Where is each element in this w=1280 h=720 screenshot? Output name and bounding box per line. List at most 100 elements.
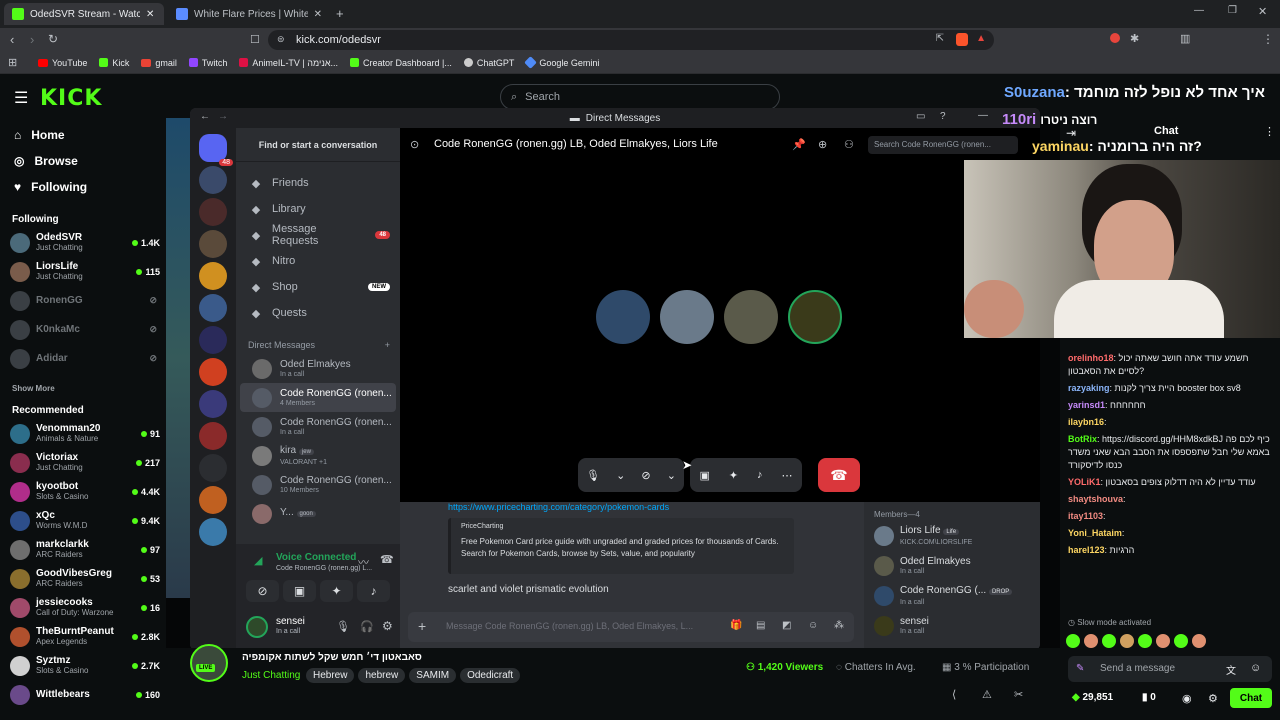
- back-arrow-icon[interactable]: ‹: [10, 32, 14, 47]
- emote-icon[interactable]: [1066, 634, 1080, 648]
- chat-username[interactable]: BotRix: [1068, 434, 1097, 444]
- bookmark-twitch[interactable]: Twitch: [188, 58, 227, 68]
- hang-up-button[interactable]: ☎: [818, 458, 860, 492]
- chevron-down-icon[interactable]: ⌄: [616, 469, 625, 482]
- chevron-down-icon[interactable]: ⌄: [667, 469, 676, 482]
- find-conversation-input[interactable]: Find or start a conversation: [259, 140, 378, 150]
- recommended-channel[interactable]: TheBurntPeanut Apex Legends 2.8K: [0, 622, 166, 651]
- bookmark-icon[interactable]: ☐: [250, 33, 260, 46]
- tab-white-flare[interactable]: White Flare Prices | White Flare List ✕: [168, 3, 330, 25]
- camera-off-button[interactable]: ⊘: [246, 580, 279, 602]
- message-input[interactable]: + Message Code RonenGG (ronen.gg) LB, Od…: [408, 612, 854, 642]
- emoji-icon[interactable]: ☺: [808, 620, 818, 631]
- bookmark-chatgpt[interactable]: ChatGPT: [463, 58, 514, 68]
- server-icon[interactable]: [199, 454, 227, 482]
- emote-icon[interactable]: [1138, 634, 1152, 648]
- new-tab-plus-icon[interactable]: +: [336, 6, 344, 21]
- server-icon[interactable]: [199, 422, 227, 450]
- dm-item[interactable]: Y... goon: [240, 499, 396, 528]
- add-friends-icon[interactable]: ⊕: [818, 138, 827, 151]
- dm-nav-friends[interactable]: ◆ Friends: [236, 170, 400, 196]
- recommended-channel[interactable]: kyootbot Slots & Casino 4.4K: [0, 477, 166, 506]
- emote-icon[interactable]: [1192, 634, 1206, 648]
- activities-icon[interactable]: ✦: [729, 469, 738, 482]
- show-more-link[interactable]: Show More: [0, 379, 166, 397]
- gift-icon[interactable]: 🎁: [730, 620, 742, 631]
- emote-icon[interactable]: [1102, 634, 1116, 648]
- server-icon[interactable]: [199, 166, 227, 194]
- url-bar[interactable]: ⊜ kick.com/odedsvr ⇱ ▲: [268, 30, 994, 50]
- close-icon[interactable]: ✕: [314, 9, 322, 20]
- server-icon[interactable]: [199, 230, 227, 258]
- reload-icon[interactable]: ↻: [48, 32, 58, 46]
- nav-browse[interactable]: ◎ Browse: [0, 148, 166, 174]
- emote-icon[interactable]: [1120, 634, 1134, 648]
- tab-kick[interactable]: OdedSVR Stream - Watch Live o ✕: [4, 3, 164, 25]
- activities-button[interactable]: ✦: [320, 580, 353, 602]
- member-item[interactable]: sensei In a call: [864, 611, 1040, 641]
- bookmark-creator-dashboard[interactable]: Creator Dashboard |...: [350, 58, 452, 68]
- dm-item[interactable]: Code RonenGG (ronen... 10 Members: [240, 470, 396, 499]
- message-link[interactable]: https://www.pricecharting.com/category/p…: [448, 502, 669, 512]
- close-icon[interactable]: ✕: [146, 9, 154, 20]
- channel-points[interactable]: ◆ 29,851: [1072, 692, 1113, 703]
- minimize-icon[interactable]: —: [1194, 5, 1204, 16]
- screen-share-icon[interactable]: ▣: [699, 469, 709, 482]
- bookmark-youtube[interactable]: YouTube: [38, 58, 87, 68]
- maximize-icon[interactable]: ❐: [1228, 5, 1237, 16]
- user-avatar[interactable]: [246, 616, 268, 638]
- chat-username[interactable]: YOLiK1: [1068, 477, 1101, 487]
- forward-arrow-icon[interactable]: →: [218, 111, 228, 122]
- hamburger-menu-icon[interactable]: ☰: [14, 88, 28, 108]
- sidebar-icon[interactable]: ▥: [1180, 32, 1190, 45]
- nav-home[interactable]: ⌂ Home: [0, 122, 166, 148]
- recommended-channel[interactable]: xQc Worms W.M.D 9.4K: [0, 506, 166, 535]
- plus-attach-icon[interactable]: +: [418, 618, 426, 634]
- voice-status[interactable]: Voice Connected: [276, 552, 356, 563]
- server-icon[interactable]: [199, 358, 227, 386]
- dm-nav-message-requests[interactable]: ◆ Message Requests 48: [236, 222, 400, 248]
- disconnect-icon[interactable]: ☎: [380, 553, 394, 566]
- headphones-icon[interactable]: 🎧: [360, 620, 374, 633]
- settings-gear-icon[interactable]: ⚙: [1208, 692, 1218, 705]
- chat-menu-icon[interactable]: ⋮: [1264, 125, 1275, 138]
- recommended-channel[interactable]: Wittlebears 160: [0, 680, 166, 709]
- dm-nav-library[interactable]: ◆ Library: [236, 196, 400, 222]
- recommended-channel[interactable]: markclarkk ARC Raiders 97: [0, 535, 166, 564]
- server-icon[interactable]: [199, 198, 227, 226]
- drops-count[interactable]: ▮ 0: [1142, 692, 1156, 703]
- recommended-channel[interactable]: jessiecooks Call of Duty: Warzone 16: [0, 593, 166, 622]
- wand-icon[interactable]: ✎: [1076, 663, 1084, 674]
- stream-tag[interactable]: SAMIM: [409, 668, 457, 683]
- dm-item[interactable]: kira jew VALORANT +1: [240, 441, 396, 470]
- brave-rewards-icon[interactable]: ▲: [976, 33, 986, 44]
- chat-bubble-icon[interactable]: ◉: [1182, 692, 1192, 705]
- members-icon[interactable]: ⚇: [844, 138, 854, 151]
- settings-gear-icon[interactable]: ⚙: [382, 619, 393, 633]
- emote-icon[interactable]: [1156, 634, 1170, 648]
- recommended-channel[interactable]: Syztmz Slots & Casino 2.7K: [0, 651, 166, 680]
- chat-username[interactable]: Yoni_Hataim: [1068, 528, 1122, 538]
- recommended-channel[interactable]: Venomman20 Animals & Nature 91: [0, 419, 166, 448]
- soundboard-button[interactable]: ♪: [357, 580, 390, 602]
- minimize-icon[interactable]: —: [978, 110, 988, 121]
- recommended-channel[interactable]: GoodVibesGreg ARC Raiders 53: [0, 564, 166, 593]
- sticker-icon[interactable]: ◩: [782, 620, 791, 631]
- translate-icon[interactable]: 文: [1226, 662, 1236, 677]
- stream-category[interactable]: Just Chatting: [242, 670, 300, 681]
- call-participant-avatar[interactable]: [596, 290, 650, 344]
- bookmark-kick[interactable]: Kick: [99, 58, 129, 68]
- member-item[interactable]: Liors Life Life KICK.COM\LIORSLIFE: [864, 521, 1040, 551]
- dm-item[interactable]: Oded Elmakyes In a call: [240, 354, 396, 383]
- call-search-input[interactable]: Search Code RonenGG (ronen...: [868, 136, 1018, 154]
- bookmark-animeil[interactable]: AnimeIL-TV | אנימה...: [239, 58, 338, 68]
- member-item[interactable]: Oded Elmakyes In a call: [864, 551, 1040, 581]
- stream-tag[interactable]: Hebrew: [306, 668, 355, 683]
- chat-username[interactable]: harel123: [1068, 545, 1105, 555]
- bookmark-gmail[interactable]: gmail: [141, 58, 177, 68]
- streamer-avatar[interactable]: [190, 644, 228, 682]
- server-icon[interactable]: [199, 390, 227, 418]
- kick-search-input[interactable]: ⌕ Search: [500, 84, 780, 110]
- chat-username[interactable]: itay1103: [1068, 511, 1103, 521]
- site-info-icon[interactable]: ⊜: [277, 34, 285, 45]
